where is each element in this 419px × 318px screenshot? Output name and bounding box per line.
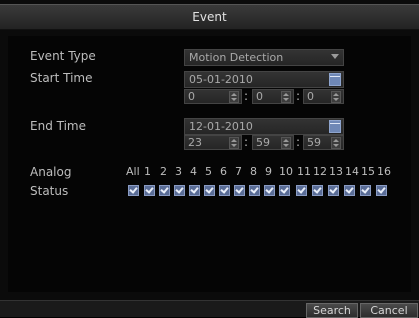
channel-label: 2	[160, 165, 167, 178]
channel-label: 15	[361, 165, 375, 178]
time-colon: :	[244, 89, 249, 103]
channel-label: 16	[377, 165, 391, 178]
channel-label: 6	[220, 165, 227, 178]
channel-checkbox[interactable]	[328, 185, 339, 196]
channel-checkbox[interactable]	[159, 185, 170, 196]
end-date-field[interactable]: 12-01-2010	[184, 118, 344, 135]
start-hour-spinner[interactable]: 0	[184, 89, 242, 104]
channel-checkbox[interactable]	[296, 185, 307, 196]
event-dialog: Event Event Type Motion Detection Start …	[0, 0, 419, 318]
end-time-label: End Time	[30, 119, 86, 133]
channel-all-label: All	[126, 165, 140, 178]
channel-label: 1	[144, 165, 151, 178]
start-date-field[interactable]: 05-01-2010	[184, 71, 344, 88]
spinner-arrows-icon[interactable]	[281, 91, 291, 103]
channel-label: 7	[235, 165, 242, 178]
end-second-value: 59	[307, 136, 321, 149]
spinner-arrows-icon[interactable]	[281, 137, 291, 149]
channel-checkbox[interactable]	[174, 185, 185, 196]
channel-checkbox[interactable]	[360, 185, 371, 196]
channel-checkbox[interactable]	[264, 185, 275, 196]
channel-label: 3	[175, 165, 182, 178]
channel-checkbox[interactable]	[219, 185, 230, 196]
start-minute-spinner[interactable]: 0	[252, 89, 294, 104]
end-hour-value: 23	[188, 136, 202, 149]
start-minute-value: 0	[256, 90, 263, 103]
start-second-spinner[interactable]: 0	[303, 89, 344, 104]
channel-label: 10	[279, 165, 293, 178]
spinner-arrows-icon[interactable]	[331, 91, 341, 103]
channel-checkbox[interactable]	[249, 185, 260, 196]
end-minute-spinner[interactable]: 59	[252, 135, 294, 150]
start-time-label: Start Time	[30, 71, 93, 85]
channel-label: 8	[250, 165, 257, 178]
start-second-value: 0	[307, 90, 314, 103]
channel-label: 9	[265, 165, 272, 178]
spinner-arrows-icon[interactable]	[331, 137, 341, 149]
channel-label: 13	[329, 165, 343, 178]
channel-label: 5	[205, 165, 212, 178]
cancel-button-label: Cancel	[370, 304, 408, 317]
time-colon: :	[244, 135, 249, 149]
status-label: Status	[30, 184, 69, 198]
start-hour-value: 0	[188, 90, 195, 103]
event-type-select[interactable]: Motion Detection	[184, 49, 344, 66]
end-second-spinner[interactable]: 59	[303, 135, 344, 150]
time-colon: :	[296, 135, 301, 149]
start-date-value: 05-01-2010	[189, 73, 253, 86]
analog-label: Analog	[30, 165, 72, 179]
channel-all-checkbox[interactable]	[128, 185, 139, 196]
calendar-icon[interactable]	[329, 120, 341, 133]
spinner-arrows-icon[interactable]	[229, 91, 239, 103]
channel-checkbox[interactable]	[234, 185, 245, 196]
end-hour-spinner[interactable]: 23	[184, 135, 242, 150]
channel-checkbox[interactable]	[204, 185, 215, 196]
time-colon: :	[296, 89, 301, 103]
calendar-icon[interactable]	[329, 73, 341, 86]
channel-checkbox[interactable]	[312, 185, 323, 196]
channel-checkbox[interactable]	[189, 185, 200, 196]
channel-checkbox[interactable]	[144, 185, 155, 196]
end-date-value: 12-01-2010	[189, 120, 253, 133]
channel-checkbox[interactable]	[376, 185, 387, 196]
channel-label: 12	[313, 165, 327, 178]
channel-label: 14	[345, 165, 359, 178]
channel-label: 11	[297, 165, 311, 178]
search-button-label: Search	[313, 304, 351, 317]
event-type-value: Motion Detection	[189, 51, 284, 64]
channel-checkbox[interactable]	[344, 185, 355, 196]
chevron-down-icon	[331, 54, 339, 59]
channel-checkbox[interactable]	[279, 185, 290, 196]
end-minute-value: 59	[256, 136, 270, 149]
dialog-title: Event	[192, 10, 227, 24]
channel-label: 4	[190, 165, 197, 178]
title-bar: Event	[0, 4, 419, 30]
event-type-label: Event Type	[30, 49, 96, 63]
spinner-arrows-icon[interactable]	[229, 137, 239, 149]
